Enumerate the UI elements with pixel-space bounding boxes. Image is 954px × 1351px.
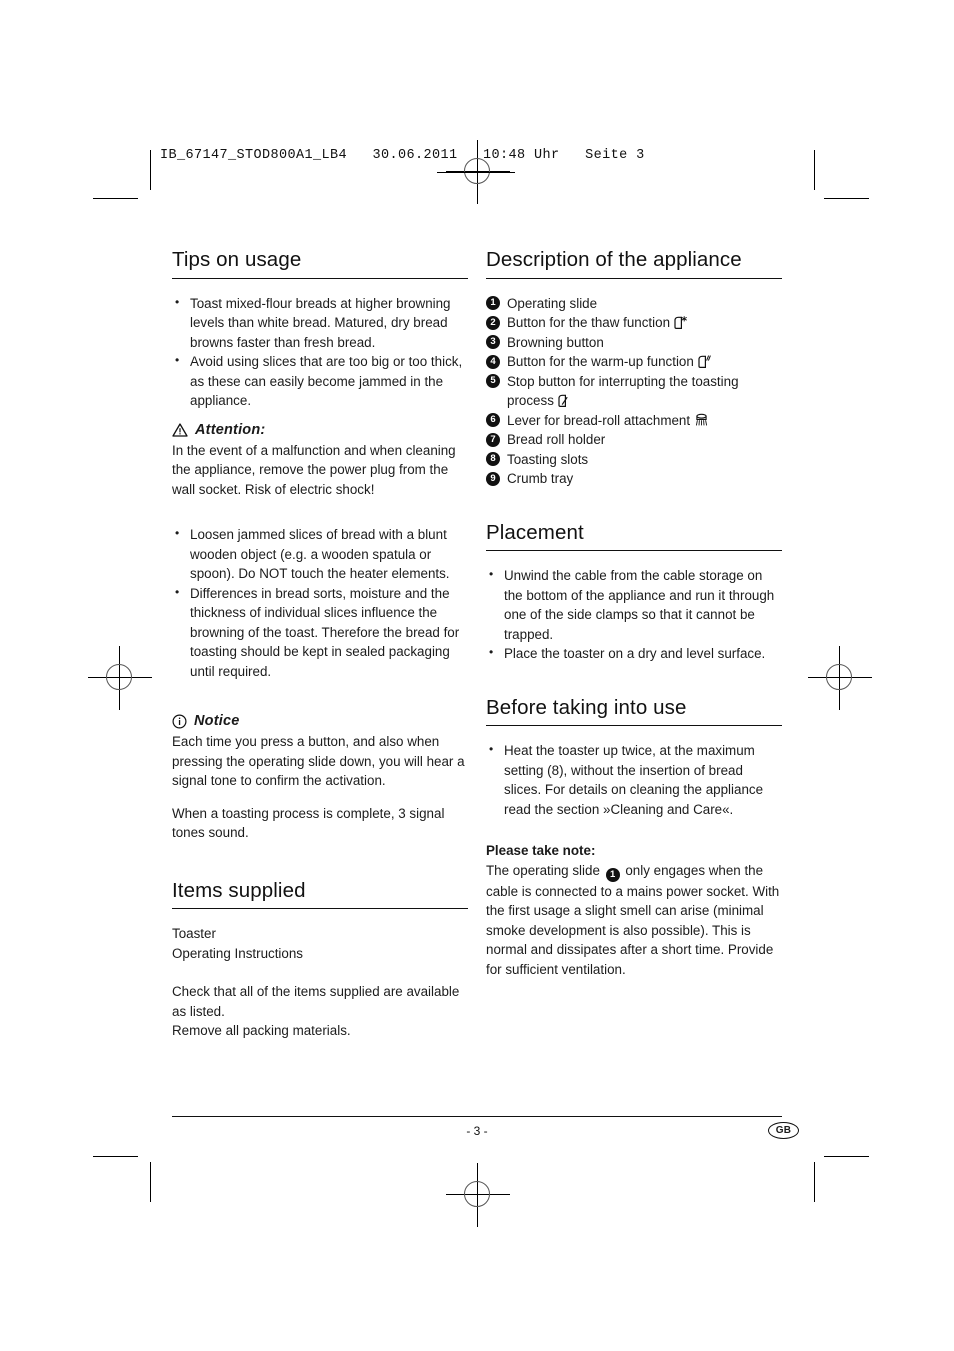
list-item: 1 Operating slide — [486, 294, 782, 314]
attention-heading: Attention: — [172, 422, 468, 438]
part-label: Stop button for interrupting the toastin… — [507, 373, 739, 409]
supplied-item: Operating Instructions — [172, 945, 303, 961]
part-label: Lever for bread-roll attachment — [507, 412, 691, 428]
part-number-marker-inline: 1 — [605, 867, 620, 882]
part-number-marker: 6 — [486, 413, 500, 428]
part-label: Crumb tray — [507, 471, 574, 487]
bread-slice-snowflake-icon — [673, 315, 688, 331]
list-item: 3 Browning button — [486, 333, 782, 353]
left-column: Tips on usage Toast mixed-flour breads a… — [172, 248, 468, 1041]
language-badge: GB — [768, 1122, 799, 1139]
part-label: Button for the thaw function — [507, 315, 671, 331]
please-take-note-body: The operating slide 1 only engages when … — [486, 861, 782, 980]
note-text-before: The operating slide — [486, 862, 604, 878]
part-number-marker: 9 — [486, 471, 500, 486]
notice-paragraph-1: Each time you press a button, and also w… — [172, 734, 465, 789]
items-supplied-paragraph-1: Check that all of the items supplied are… — [172, 984, 460, 1019]
list-item: Avoid using slices that are too big or t… — [172, 351, 468, 411]
part-number-marker: 4 — [486, 354, 500, 369]
list-item: 7 Bread roll holder — [486, 430, 782, 450]
part-number-marker: 1 — [486, 296, 500, 311]
list-item: 8 Toasting slots — [486, 450, 782, 470]
list-item: 6 Lever for bread-roll attachment — [486, 411, 782, 431]
tips-more-bullet-list: Loosen jammed slices of bread with a blu… — [172, 524, 468, 682]
section-heading-before-taking-into-use: Before taking into use — [486, 696, 782, 727]
list-item: 9 Crumb tray — [486, 469, 782, 489]
part-label: Browning button — [507, 334, 604, 350]
bread-roll-rack-icon — [693, 412, 710, 429]
list-item: Unwind the cable from the cable storage … — [486, 565, 782, 644]
part-number-marker: 2 — [486, 315, 500, 330]
section-heading-items-supplied: Items supplied — [172, 879, 468, 910]
list-item: 5 Stop button for interrupting the toast… — [486, 372, 782, 411]
supplied-item: Toaster — [172, 926, 216, 942]
part-number-marker: 8 — [486, 452, 500, 467]
section-heading-tips-on-usage: Tips on usage — [172, 248, 468, 279]
part-number-marker: 5 — [486, 374, 500, 389]
part-number-marker: 3 — [486, 335, 500, 350]
notice-paragraph-2: When a toasting process is complete, 3 s… — [172, 805, 445, 841]
note-text-after: only engages when the cable is connected… — [486, 862, 780, 977]
footer-rule — [172, 1116, 782, 1118]
list-item: 2 Button for the thaw function — [486, 313, 782, 333]
before-use-bullet-list: Heat the toaster up twice, at the maximu… — [486, 740, 782, 819]
list-item: 4 Button for the warm-up function — [486, 352, 782, 372]
please-take-note-title: Please take note: — [486, 843, 596, 859]
list-item: Heat the toaster up twice, at the maximu… — [486, 740, 782, 819]
section-heading-description-of-the-appliance: Description of the appliance — [486, 248, 782, 279]
attention-body: In the event of a malfunction and when c… — [172, 442, 456, 497]
list-item: Loosen jammed slices of bread with a blu… — [172, 524, 468, 584]
right-column: Description of the appliance 1 Operating… — [486, 248, 782, 979]
attention-title: Attention: — [195, 421, 266, 438]
page-number: - 3 - — [466, 1124, 488, 1138]
appliance-parts-list: 1 Operating slide 2 Button for the thaw … — [486, 294, 782, 489]
info-circle-icon — [172, 714, 187, 729]
part-label: Button for the warm-up function — [507, 354, 694, 370]
notice-heading: Notice — [172, 713, 468, 729]
bread-slice-heat-icon — [697, 354, 712, 370]
placement-bullet-list: Unwind the cable from the cable storage … — [486, 565, 782, 664]
page-body: Tips on usage Toast mixed-flour breads a… — [0, 0, 954, 1351]
tips-bullet-list: Toast mixed-flour breads at higher brown… — [172, 293, 468, 411]
list-item: Toast mixed-flour breads at higher brown… — [172, 293, 468, 353]
part-label: Operating slide — [507, 295, 598, 311]
part-label: Toasting slots — [507, 451, 589, 467]
section-heading-placement: Placement — [486, 521, 782, 552]
items-supplied-paragraph-2: Remove all packing materials. — [172, 1023, 351, 1039]
notice-title: Notice — [194, 713, 240, 730]
warning-triangle-icon — [172, 422, 188, 437]
list-item: Place the toaster on a dry and level sur… — [486, 643, 782, 664]
bread-slice-stop-icon — [557, 393, 571, 409]
part-label: Bread roll holder — [507, 432, 606, 448]
list-item: Differences in bread sorts, moisture and… — [172, 583, 468, 682]
part-number-marker: 7 — [486, 432, 500, 447]
